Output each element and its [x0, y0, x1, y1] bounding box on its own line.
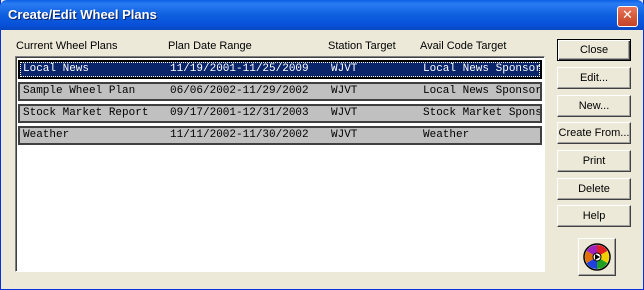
create-from-button[interactable]: Create From...: [557, 122, 631, 144]
plan-date-range: 09/17/2001-12/31/2003: [170, 107, 309, 119]
new-button[interactable]: New...: [557, 95, 631, 117]
plan-date-range: 11/11/2002-11/30/2002: [170, 129, 309, 141]
column-header-avail-code[interactable]: Avail Code Target: [420, 40, 506, 52]
plan-avail-code: Stock Market Spons: [423, 107, 542, 119]
close-button[interactable]: Close: [557, 39, 631, 61]
list-item-sample-wheel-plan[interactable]: Sample Wheel Plan 06/06/2002-11/29/2002 …: [18, 82, 542, 101]
plan-avail-code: Weather: [423, 129, 470, 141]
wheel-icon: [583, 243, 611, 271]
delete-button[interactable]: Delete: [557, 178, 631, 200]
plan-name: Stock Market Report: [23, 107, 149, 119]
plan-name: Sample Wheel Plan: [23, 85, 136, 97]
column-header-date-range[interactable]: Plan Date Range: [168, 40, 252, 52]
close-icon[interactable]: ✕: [617, 6, 638, 27]
wheel-plans-list[interactable]: Local News 11/19/2001-11/25/2009 WJVT Lo…: [15, 56, 545, 272]
plan-station: WJVT: [331, 63, 358, 75]
plan-station: WJVT: [331, 129, 358, 141]
plan-station: WJVT: [331, 107, 358, 119]
edit-button[interactable]: Edit...: [557, 67, 631, 89]
window-title: Create/Edit Wheel Plans: [8, 7, 157, 22]
plan-avail-code: Local News Sponsor: [423, 85, 542, 97]
plan-name: Weather: [23, 129, 70, 141]
list-item-weather[interactable]: Weather 11/11/2002-11/30/2002 WJVT Weath…: [18, 126, 542, 145]
plan-station: WJVT: [331, 85, 358, 97]
plan-avail-code: Local News Sponsor: [423, 63, 542, 75]
column-header-station[interactable]: Station Target: [328, 40, 396, 52]
plan-date-range: 11/19/2001-11/25/2009: [170, 63, 309, 75]
list-item-local-news[interactable]: Local News 11/19/2001-11/25/2009 WJVT Lo…: [18, 60, 542, 79]
plan-name: Local News: [23, 63, 90, 75]
plan-date-range: 06/06/2002-11/29/2002: [170, 85, 309, 97]
wheel-button[interactable]: [578, 238, 616, 276]
list-item-stock-market-report[interactable]: Stock Market Report 09/17/2001-12/31/200…: [18, 104, 542, 123]
title-bar[interactable]: Create/Edit Wheel Plans ✕: [0, 0, 644, 30]
wheel-plans-dialog: Create/Edit Wheel Plans ✕ Current Wheel …: [0, 0, 644, 290]
column-header-plans[interactable]: Current Wheel Plans: [16, 40, 118, 52]
print-button[interactable]: Print: [557, 150, 631, 172]
help-button[interactable]: Help: [557, 205, 631, 227]
